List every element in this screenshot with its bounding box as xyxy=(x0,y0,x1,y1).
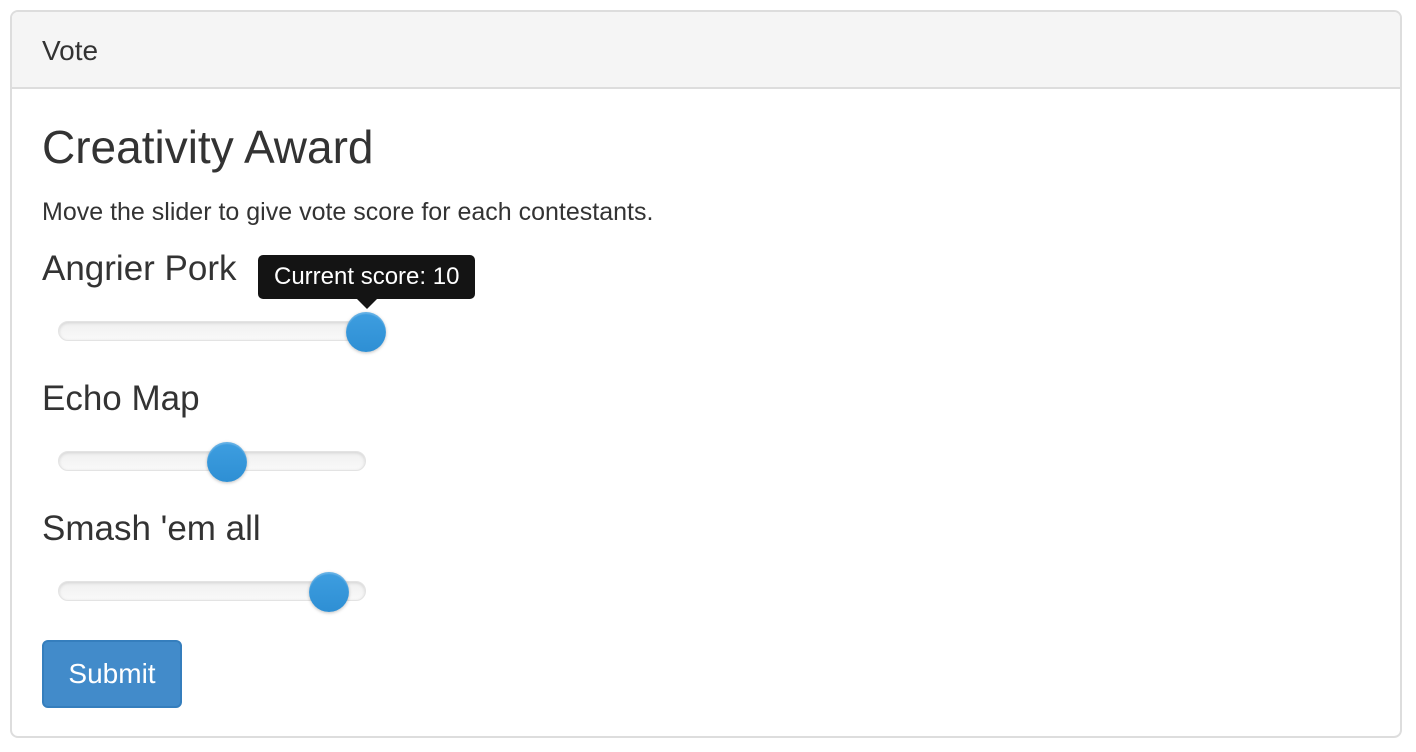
vote-panel: Vote Creativity Award Move the slider to… xyxy=(10,10,1402,738)
score-slider-angrier-pork[interactable] xyxy=(58,312,386,352)
tooltip-text: Current score: 10 xyxy=(274,263,460,290)
score-slider-smash-em-all[interactable] xyxy=(58,572,366,612)
panel-heading: Vote xyxy=(12,12,1400,89)
slider-handle[interactable] xyxy=(207,442,248,482)
slider-handle[interactable] xyxy=(309,572,350,612)
award-title: Creativity Award xyxy=(42,121,374,173)
contestant-label-angrier-pork: Angrier Pork xyxy=(42,249,237,288)
tooltip-arrow xyxy=(356,299,377,309)
current-score-tooltip: Current score: 10 xyxy=(258,255,476,309)
slider-track[interactable] xyxy=(58,321,366,341)
panel-title: Vote xyxy=(42,35,99,66)
score-slider-echo-map[interactable] xyxy=(58,442,366,482)
instructions-text: Move the slider to give vote score for e… xyxy=(42,198,654,226)
slider-handle[interactable] xyxy=(346,312,386,352)
contestant-label-echo-map: Echo Map xyxy=(42,379,200,418)
submit-button[interactable]: Submit xyxy=(42,640,182,708)
contestant-label-smash-em-all: Smash 'em all xyxy=(42,509,261,548)
